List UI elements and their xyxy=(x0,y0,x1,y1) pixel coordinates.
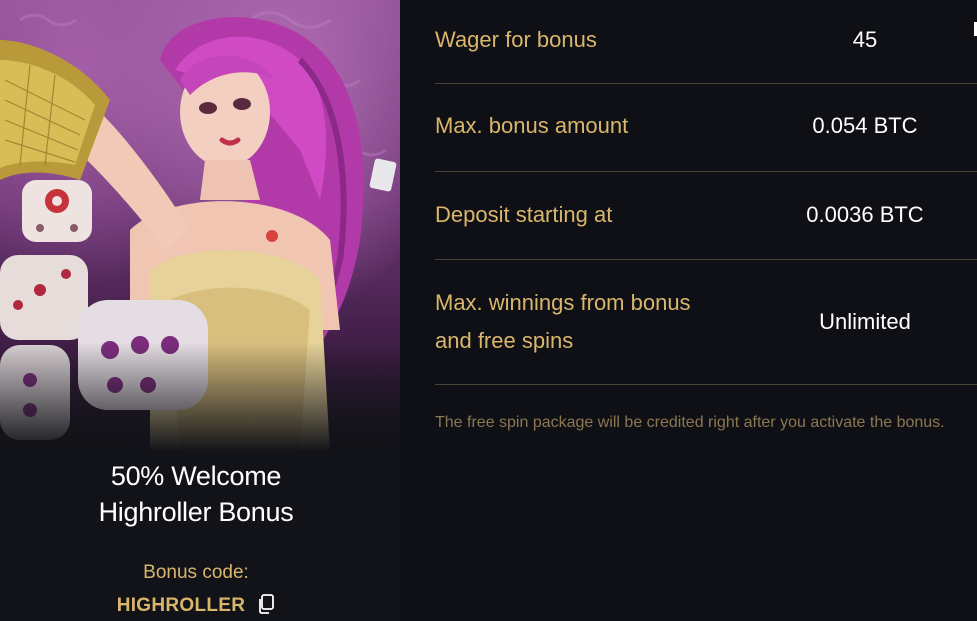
bonus-title-line-2: Highroller Bonus xyxy=(98,497,294,527)
bonus-title: 50% Welcome Highroller Bonus xyxy=(0,458,392,530)
detail-row-wager: Wager for bonus 45 xyxy=(435,0,977,84)
detail-value: Unlimited xyxy=(819,309,911,334)
copy-icon[interactable] xyxy=(257,594,275,614)
bonus-code-value[interactable]: HIGHROLLER xyxy=(117,595,246,616)
detail-value: 45 xyxy=(852,27,878,52)
hero-fade-overlay xyxy=(0,342,400,452)
detail-row-max-bonus: Max. bonus amount 0.054 BTC xyxy=(435,84,977,172)
detail-value: 0.0036 BTC xyxy=(806,202,924,227)
detail-value: 0.054 BTC xyxy=(812,113,918,138)
detail-row-min-deposit: Deposit starting at 0.0036 BTC xyxy=(435,172,977,260)
detail-label: Max. winnings from bonus and free spins xyxy=(435,290,691,353)
bonus-code-label: Bonus code: xyxy=(143,562,249,583)
detail-label: Deposit starting at xyxy=(435,202,613,227)
bonus-page: 50% Welcome Highroller Bonus Bonus code:… xyxy=(0,0,977,621)
detail-row-max-winnings: Max. winnings from bonus and free spins … xyxy=(435,260,977,385)
bonus-hero-image xyxy=(0,0,400,452)
bonus-title-line-1: 50% Welcome xyxy=(110,461,282,491)
bonus-details-table: Wager for bonus 45 Max. bonus amount 0.0… xyxy=(435,0,977,385)
free-spins-note: The free spin package will be credited r… xyxy=(435,414,945,431)
bonus-code-row: HIGHROLLER xyxy=(0,593,392,619)
detail-label: Wager for bonus xyxy=(435,27,597,52)
detail-label: Max. bonus amount xyxy=(435,113,629,138)
bonus-card: 50% Welcome Highroller Bonus Bonus code:… xyxy=(0,0,400,621)
